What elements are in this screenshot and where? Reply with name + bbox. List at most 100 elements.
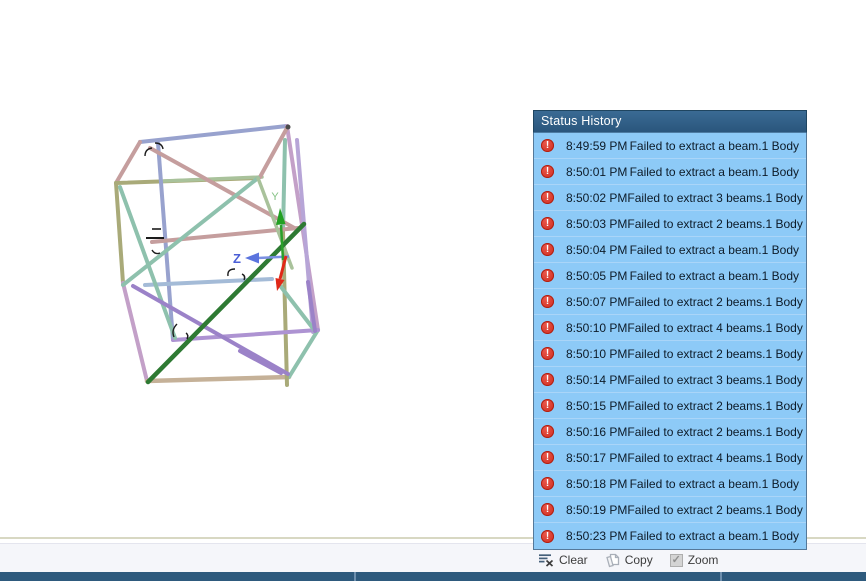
beam-rail — [143, 277, 274, 287]
row-timestamp: 8:50:16 PM — [566, 424, 628, 439]
status-history-row[interactable]: ! 8:50:02 PM Failed to extract 3 beams. … — [534, 185, 806, 211]
row-scope: 1 Body — [761, 242, 799, 257]
error-icon: ! — [541, 321, 554, 334]
row-message: Failed to extract 4 beams. — [627, 320, 766, 335]
status-history-row[interactable]: ! 8:49:59 PM Failed to extract a beam. 1… — [534, 133, 806, 159]
row-timestamp: 8:50:02 PM — [566, 190, 628, 205]
status-history-row[interactable]: ! 8:50:15 PM Failed to extract 2 beams. … — [534, 393, 806, 419]
row-scope: 1 Body — [761, 268, 799, 283]
row-scope: 1 Body — [765, 216, 803, 231]
error-icon: ! — [541, 191, 554, 204]
row-scope: 1 Body — [761, 164, 799, 179]
row-scope: 1 Body — [765, 424, 803, 439]
copy-button-label: Copy — [624, 553, 653, 567]
row-message: Failed to extract 3 beams. — [627, 372, 766, 387]
row-timestamp: 8:50:01 PM — [566, 164, 628, 179]
row-message: Failed to extract a beam. — [629, 476, 762, 491]
z-axis-arrow-icon — [245, 252, 259, 264]
status-history-row[interactable]: ! 8:50:19 PM Failed to extract 2 beams. … — [534, 497, 806, 523]
bottom-statusbar — [0, 572, 866, 581]
row-message: Failed to extract 2 beams. — [627, 502, 766, 517]
row-message: Failed to extract a beam. — [629, 268, 762, 283]
row-timestamp: 8:50:10 PM — [566, 320, 628, 335]
row-timestamp: 8:50:18 PM — [566, 476, 628, 491]
clear-list-icon — [539, 554, 554, 567]
row-timestamp: 8:50:23 PM — [566, 529, 628, 543]
row-message: Failed to extract a beam. — [629, 138, 762, 153]
beam-diagonal — [238, 349, 283, 375]
application-window: Z Y Clear Copy ✓ Zoom Status History ! 8… — [0, 0, 866, 581]
row-scope: 1 Body — [765, 346, 803, 361]
status-history-row[interactable]: ! 8:50:04 PM Failed to extract a beam. 1… — [534, 237, 806, 263]
row-timestamp: 8:50:05 PM — [566, 268, 628, 283]
clear-button[interactable]: Clear — [538, 553, 588, 567]
error-icon: ! — [541, 425, 554, 438]
row-timestamp: 8:50:15 PM — [566, 398, 628, 413]
beam-diagonal — [121, 176, 260, 287]
row-timestamp: 8:50:04 PM — [566, 242, 628, 257]
row-timestamp: 8:50:14 PM — [566, 372, 628, 387]
row-timestamp: 8:49:59 PM — [566, 138, 628, 153]
beam-wireframe-model: Z Y — [114, 124, 320, 387]
error-icon: ! — [541, 139, 554, 152]
error-icon: ! — [541, 503, 554, 516]
y-axis-label: Y — [271, 191, 279, 203]
row-scope: 1 Body — [765, 372, 803, 387]
error-icon: ! — [541, 451, 554, 464]
error-icon: ! — [541, 165, 554, 178]
beam-diagonal — [131, 284, 290, 376]
row-scope: 1 Body — [765, 294, 803, 309]
beam-edge — [287, 328, 320, 379]
beam-edge — [121, 281, 149, 383]
zoom-toggle-label: Zoom — [687, 553, 719, 567]
status-history-panel: Status History ! 8:49:59 PM Failed to ex… — [533, 110, 807, 550]
error-icon: ! — [541, 399, 554, 412]
status-history-list: ! 8:49:59 PM Failed to extract a beam. 1… — [533, 133, 807, 550]
row-scope: 1 Body — [765, 190, 803, 205]
status-history-row[interactable]: ! 8:50:10 PM Failed to extract 2 beams. … — [534, 341, 806, 367]
error-icon: ! — [541, 243, 554, 256]
row-message: Failed to extract a beam. — [629, 164, 762, 179]
statusbar-divider — [720, 572, 722, 581]
row-timestamp: 8:50:03 PM — [566, 216, 628, 231]
row-message: Failed to extract a beam. — [629, 529, 762, 543]
status-history-row[interactable]: ! 8:50:23 PM Failed to extract a beam. 1… — [534, 523, 806, 549]
row-timestamp: 8:50:07 PM — [566, 294, 628, 309]
row-message: Failed to extract 3 beams. — [627, 190, 766, 205]
status-history-row[interactable]: ! 8:50:17 PM Failed to extract 4 beams. … — [534, 445, 806, 471]
row-message: Failed to extract 2 beams. — [627, 346, 766, 361]
status-history-row[interactable]: ! 8:50:07 PM Failed to extract 2 beams. … — [534, 289, 806, 315]
vertex-point — [285, 124, 291, 130]
status-history-row[interactable]: ! 8:50:05 PM Failed to extract a beam. 1… — [534, 263, 806, 289]
row-scope: 1 Body — [761, 138, 799, 153]
error-icon: ! — [541, 295, 554, 308]
error-icon: ! — [541, 477, 554, 490]
status-history-row[interactable]: ! 8:50:16 PM Failed to extract 2 beams. … — [534, 419, 806, 445]
row-timestamp: 8:50:10 PM — [566, 346, 628, 361]
copy-button[interactable]: Copy — [605, 553, 653, 568]
row-message: Failed to extract a beam. — [629, 242, 762, 257]
beam-edge — [138, 124, 289, 144]
status-history-row[interactable]: ! 8:50:14 PM Failed to extract 3 beams. … — [534, 367, 806, 393]
status-history-row[interactable]: ! 8:50:03 PM Failed to extract 2 beams. … — [534, 211, 806, 237]
beam-diagonal — [148, 146, 300, 232]
row-message: Failed to extract 2 beams. — [627, 424, 766, 439]
status-history-row[interactable]: ! 8:50:10 PM Failed to extract 4 beams. … — [534, 315, 806, 341]
status-history-row[interactable]: ! 8:50:01 PM Failed to extract a beam. 1… — [534, 159, 806, 185]
clear-button-label: Clear — [559, 553, 588, 567]
error-icon: ! — [541, 347, 554, 360]
error-icon: ! — [541, 217, 554, 230]
z-axis-label: Z — [233, 251, 241, 266]
beam-rail — [162, 175, 264, 183]
row-message: Failed to extract 2 beams. — [627, 294, 766, 309]
3d-viewport[interactable]: Z Y — [0, 0, 540, 537]
error-icon: ! — [541, 529, 554, 543]
row-scope: 1 Body — [765, 398, 803, 413]
zoom-toggle[interactable]: ✓ Zoom — [669, 553, 719, 567]
status-history-row[interactable]: ! 8:50:18 PM Failed to extract a beam. 1… — [534, 471, 806, 497]
copy-icon — [605, 553, 619, 567]
row-scope: 1 Body — [761, 529, 799, 543]
panel-title: Status History — [533, 110, 807, 133]
row-message: Failed to extract 4 beams. — [627, 450, 766, 465]
zoom-checkbox-icon[interactable]: ✓ — [669, 553, 683, 567]
